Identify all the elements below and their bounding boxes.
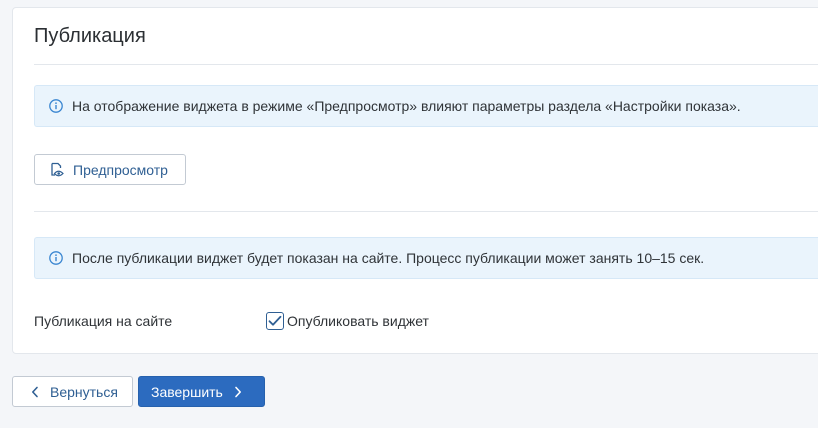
chevron-right-icon	[235, 386, 241, 397]
preview-info-text: На отображение виджета в режиме «Предпро…	[72, 98, 741, 114]
preview-button-label: Предпросмотр	[73, 161, 168, 178]
publish-info-banner: После публикации виджет будет показан на…	[34, 237, 818, 279]
preview-info-banner: На отображение виджета в режиме «Предпро…	[34, 85, 818, 127]
check-icon	[268, 315, 282, 326]
publish-widget-label: Опубликовать виджет	[287, 313, 429, 329]
divider	[34, 211, 818, 212]
finish-button-label: Завершить	[151, 383, 223, 400]
preview-button[interactable]: Предпросмотр	[34, 154, 186, 185]
chevron-left-icon	[31, 386, 38, 397]
publish-info-text: После публикации виджет будет показан на…	[72, 250, 705, 266]
publication-card: Публикация На отображение виджета в режи…	[12, 7, 818, 354]
back-button[interactable]: Вернуться	[12, 376, 133, 407]
site-publication-label: Публикация на сайте	[34, 313, 173, 329]
info-circle-icon	[49, 99, 63, 113]
divider	[34, 64, 818, 65]
page-title: Публикация	[34, 25, 146, 47]
info-circle-icon	[49, 251, 63, 265]
back-button-label: Вернуться	[50, 383, 118, 400]
finish-button[interactable]: Завершить	[138, 376, 265, 407]
publish-widget-checkbox[interactable]: Опубликовать виджет	[266, 312, 429, 330]
preview-eye-icon	[51, 162, 64, 176]
checkbox-box[interactable]	[266, 312, 284, 330]
